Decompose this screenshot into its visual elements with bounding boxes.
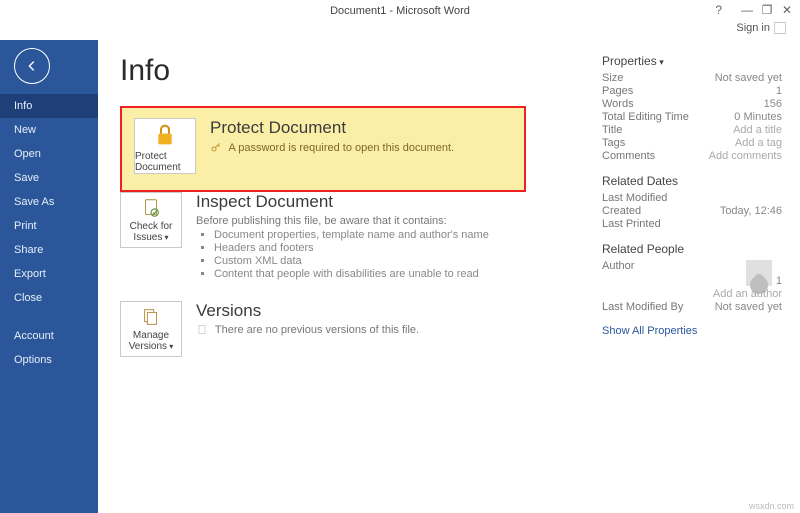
author-value: 1 (746, 260, 782, 287)
sidebar-item-export[interactable]: Export (0, 262, 98, 286)
inspect-item: Headers and footers (214, 242, 489, 254)
title-bar: Document1 - Microsoft Word ? — ❐ ✕ (0, 0, 800, 22)
window-title: Document1 - Microsoft Word (330, 5, 470, 17)
back-button[interactable] (14, 48, 50, 84)
protect-message: A password is required to open this docu… (228, 142, 454, 154)
properties-header[interactable]: Properties (602, 54, 782, 68)
sidebar-item-new[interactable]: New (0, 118, 98, 142)
sidebar-item-save[interactable]: Save (0, 166, 98, 190)
key-icon (210, 142, 222, 154)
versions-title: Versions (196, 301, 419, 321)
arrow-left-icon (25, 59, 39, 73)
inspect-intro: Before publishing this file, be aware th… (196, 215, 489, 227)
inspect-item: Document properties, template name and a… (214, 229, 489, 241)
property-row: CommentsAdd comments (602, 150, 782, 162)
inspect-item: Custom XML data (214, 255, 489, 267)
sidebar-item-options[interactable]: Options (0, 348, 98, 372)
add-author-link[interactable]: Add an author (713, 288, 782, 300)
sidebar-item-info[interactable]: Info (0, 94, 98, 118)
property-row: Total Editing Time0 Minutes (602, 111, 782, 123)
protect-document-label: Protect Document (135, 151, 195, 173)
protect-document-panel: Protect Document Protect Document A pass… (120, 106, 526, 192)
sidebar-item-close[interactable]: Close (0, 286, 98, 310)
versions-section: Manage Versions Versions There are no pr… (120, 301, 596, 357)
related-dates-header: Related Dates (602, 174, 782, 188)
sidebar-item-account[interactable]: Account (0, 324, 98, 348)
property-row: TitleAdd a title (602, 124, 782, 136)
watermark: wsxdn.com (749, 501, 794, 511)
inspect-item: Content that people with disabilities ar… (214, 268, 489, 280)
properties-panel: Properties SizeNot saved yetPages1Words1… (596, 54, 782, 513)
protect-title: Protect Document (210, 118, 454, 138)
property-row: Pages1 (602, 85, 782, 97)
inspect-title: Inspect Document (196, 192, 489, 212)
related-people-header: Related People (602, 242, 782, 256)
lastmodby-label: Last Modified By (602, 301, 683, 313)
document-check-icon (140, 197, 162, 219)
signin-row: Sign in (0, 22, 800, 40)
sidebar-item-saveas[interactable]: Save As (0, 190, 98, 214)
date-row: Last Printed (602, 218, 782, 230)
page-title: Info (120, 54, 596, 88)
sidebar-item-open[interactable]: Open (0, 142, 98, 166)
versions-message: There are no previous versions of this f… (215, 324, 419, 336)
minimize-button[interactable]: — (738, 2, 756, 18)
manage-versions-button[interactable]: Manage Versions (120, 301, 182, 357)
show-all-properties-link[interactable]: Show All Properties (602, 325, 782, 337)
inspect-list: Document properties, template name and a… (214, 229, 489, 280)
sidebar-item-print[interactable]: Print (0, 214, 98, 238)
manage-versions-label: Manage Versions (121, 330, 181, 352)
lastmodby-value: Not saved yet (715, 301, 782, 313)
property-row: Words156 (602, 98, 782, 110)
date-row: Last Modified (602, 192, 782, 204)
backstage-sidebar: InfoNewOpenSaveSave AsPrintShareExportCl… (0, 40, 98, 513)
close-button[interactable]: ✕ (778, 2, 796, 18)
versions-icon (140, 306, 162, 328)
check-for-issues-button[interactable]: Check for Issues (120, 192, 182, 248)
document-icon (196, 324, 208, 336)
signin-link[interactable]: Sign in (736, 22, 770, 34)
help-button[interactable]: ? (715, 3, 722, 17)
lock-icon (149, 119, 181, 151)
check-for-issues-label: Check for Issues (121, 221, 181, 243)
signin-avatar-placeholder (774, 22, 786, 34)
avatar-icon (746, 260, 772, 286)
sidebar-item-share[interactable]: Share (0, 238, 98, 262)
author-label: Author (602, 260, 634, 287)
inspect-section: Check for Issues Inspect Document Before… (120, 192, 596, 281)
property-row: SizeNot saved yet (602, 72, 782, 84)
restore-button[interactable]: ❐ (758, 2, 776, 18)
protect-document-button[interactable]: Protect Document (134, 118, 196, 174)
date-row: CreatedToday, 12:46 (602, 205, 782, 217)
property-row: TagsAdd a tag (602, 137, 782, 149)
